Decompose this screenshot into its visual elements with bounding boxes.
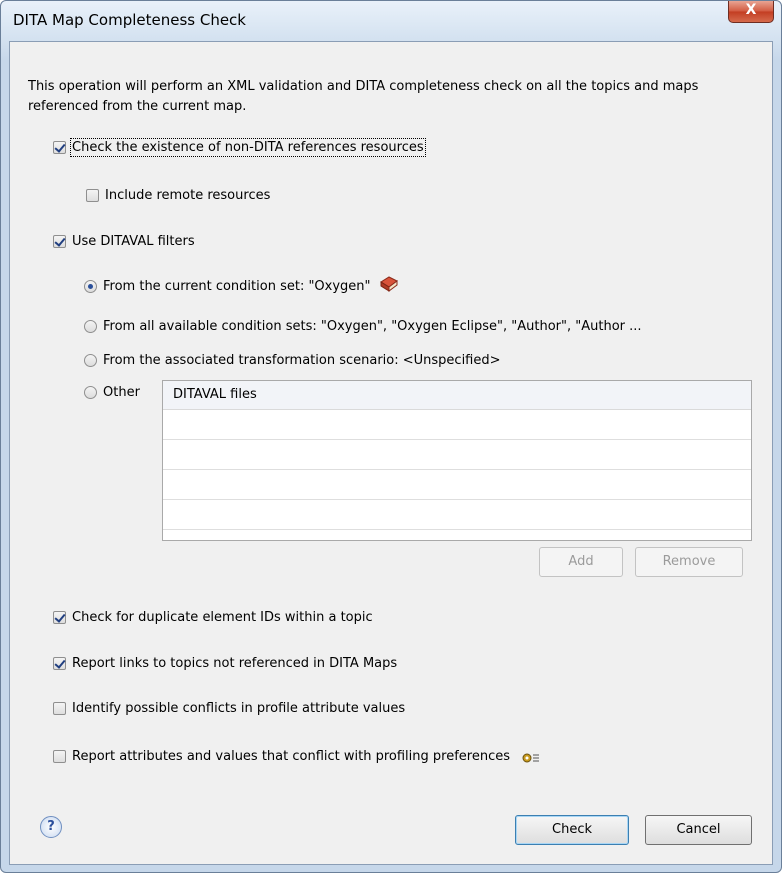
add-button[interactable]: Add <box>539 547 623 577</box>
include-remote-label: Include remote resources <box>105 187 271 203</box>
checkbox-box[interactable] <box>53 140 66 154</box>
checkbox-box[interactable] <box>53 749 66 763</box>
other-label: Other <box>103 384 140 400</box>
table-row[interactable] <box>163 440 751 470</box>
include-remote-checkbox[interactable]: Include remote resources <box>86 185 270 205</box>
checkbox-box[interactable] <box>53 701 66 715</box>
all-conditions-label: From all available condition sets: "Oxyg… <box>103 318 642 334</box>
profiling-prefs-label: Report attributes and values that confli… <box>72 748 511 764</box>
book-icon[interactable] <box>379 276 399 296</box>
gear-settings-icon[interactable] <box>522 752 540 768</box>
checkbox-box[interactable] <box>53 656 66 670</box>
check-non-dita-checkbox[interactable]: Check the existence of non-DITA referenc… <box>53 137 426 157</box>
checkbox-box[interactable] <box>53 234 66 248</box>
close-icon: X <box>745 2 757 18</box>
ditaval-files-table[interactable]: DITAVAL files <box>162 380 752 541</box>
duplicate-ids-label: Check for duplicate element IDs within a… <box>72 609 373 625</box>
radio-transformation[interactable]: From the associated transformation scena… <box>84 350 501 370</box>
checkbox-box[interactable] <box>86 188 99 202</box>
table-row[interactable] <box>163 410 751 440</box>
radio-other[interactable]: Other <box>84 382 140 402</box>
check-button[interactable]: Check <box>515 815 629 845</box>
radio-current-condition[interactable]: From the current condition set: "Oxygen" <box>84 276 399 296</box>
radio-button[interactable] <box>84 353 97 367</box>
remove-button[interactable]: Remove <box>635 547 743 577</box>
use-ditaval-checkbox[interactable]: Use DITAVAL filters <box>53 231 195 251</box>
intro-text: This operation will perform an XML valid… <box>28 79 699 114</box>
use-ditaval-label: Use DITAVAL filters <box>72 233 195 249</box>
cancel-button[interactable]: Cancel <box>645 815 752 845</box>
duplicate-ids-checkbox[interactable]: Check for duplicate element IDs within a… <box>53 607 373 627</box>
profile-conflicts-label: Identify possible conflicts in profile a… <box>72 700 406 716</box>
profile-conflicts-checkbox[interactable]: Identify possible conflicts in profile a… <box>53 698 405 718</box>
profiling-prefs-checkbox[interactable]: Report attributes and values that confli… <box>53 746 540 766</box>
current-condition-label: From the current condition set: "Oxygen" <box>103 278 371 294</box>
unreferenced-topics-checkbox[interactable]: Report links to topics not referenced in… <box>53 653 397 673</box>
window-title: DITA Map Completeness Check <box>13 11 246 29</box>
table-row[interactable] <box>163 500 751 530</box>
close-button[interactable]: X <box>728 1 774 23</box>
checkbox-box[interactable] <box>53 610 66 624</box>
table-row[interactable] <box>163 470 751 500</box>
help-icon[interactable]: ? <box>40 816 62 838</box>
dialog-content: This operation will perform an XML valid… <box>9 41 773 865</box>
radio-button[interactable] <box>84 319 97 333</box>
radio-button[interactable] <box>84 385 97 399</box>
radio-all-conditions[interactable]: From all available condition sets: "Oxyg… <box>84 316 642 336</box>
transformation-label: From the associated transformation scena… <box>103 352 501 368</box>
title-bar: DITA Map Completeness Check X <box>1 1 781 41</box>
unreferenced-topics-label: Report links to topics not referenced in… <box>72 655 398 671</box>
radio-button[interactable] <box>84 279 97 293</box>
table-header: DITAVAL files <box>163 381 751 410</box>
check-non-dita-label: Check the existence of non-DITA referenc… <box>70 137 426 157</box>
dialog-window: DITA Map Completeness Check X This opera… <box>0 0 782 873</box>
